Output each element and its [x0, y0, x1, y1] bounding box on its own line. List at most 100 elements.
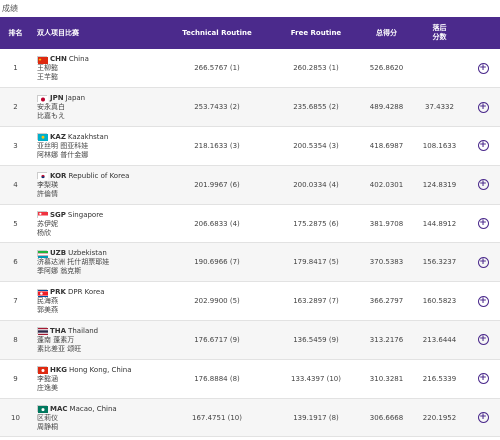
page-title: 成绩	[2, 4, 18, 13]
expand-plus-icon[interactable]: +	[477, 101, 489, 113]
country-name: Republic of Korea	[68, 171, 130, 180]
expand-cell: +	[466, 282, 500, 321]
behind-score: 144.8912	[422, 219, 457, 228]
free-score: 163.2897 (7)	[293, 297, 339, 306]
total-score: 418.6987	[369, 141, 404, 150]
header-technical: Technical Routine	[182, 29, 252, 37]
country-name: Singapore	[67, 210, 104, 219]
country-line: HKG Hong Kong, China	[37, 365, 162, 375]
country-name: Kazakhstan	[67, 132, 109, 141]
athlete-name: 許倫情	[37, 189, 58, 198]
expand-plus-icon[interactable]: +	[477, 412, 489, 424]
total-score: 313.2176	[369, 335, 404, 344]
expand-plus-icon[interactable]: +	[477, 295, 489, 307]
country-line: SGP Singapore	[37, 210, 162, 220]
country-name: Thailand	[68, 326, 99, 335]
technical-score: 206.6833 (4)	[194, 219, 240, 228]
country-code: UZB	[50, 249, 67, 258]
behind-score: 220.1952	[422, 413, 457, 422]
technical-score: 218.1633 (3)	[194, 141, 240, 150]
country-name: China	[68, 55, 89, 64]
expand-plus-icon[interactable]: +	[477, 179, 489, 191]
uzbekistan-flag-icon	[37, 249, 48, 258]
team-cell: PRK DPR Korea 民海燕 郭美燕	[31, 282, 162, 321]
athlete-name: 季阿娜 翁克斯	[37, 267, 82, 276]
header-rank: 排名	[8, 29, 23, 37]
thailand-flag-icon	[37, 327, 48, 336]
total-score: 370.5383	[369, 258, 404, 267]
country-code: MAC	[50, 404, 68, 413]
table-row: 2 JPN Japan 安永真白 比嘉もえ 253.7433 (2) 235.68…	[0, 87, 500, 127]
country-line: KOR Republic of Korea	[37, 171, 162, 181]
team-cell: CHN China 王柳懿 王芊懿	[31, 49, 162, 88]
country-name: Hong Kong, China	[69, 365, 132, 374]
country-code: HKG	[50, 365, 68, 374]
technical-score: 266.5767 (1)	[194, 64, 240, 73]
country-line: MAC Macao, China	[37, 404, 162, 414]
japan-flag-icon	[37, 94, 48, 103]
country-name: Japan	[65, 94, 86, 103]
country-name: Macao, China	[69, 404, 117, 413]
free-score: 235.6855 (2)	[293, 103, 339, 112]
team-cell: UZB Uzbekistan 济慕达洲 托什胡票耶娃 季阿娜 翁克斯	[31, 243, 162, 282]
expand-plus-icon[interactable]: +	[477, 256, 489, 268]
behind-score: 160.5823	[422, 297, 457, 306]
rank-cell: 2	[13, 103, 18, 112]
table-row: 8 THA Thailand 蓬南 蓬素万 素比差亚 颂旺 176.6717 (9…	[0, 320, 500, 360]
macao-flag-icon	[37, 405, 48, 414]
country-code: KOR	[50, 171, 67, 180]
rank-cell: 3	[13, 141, 18, 150]
technical-score: 190.6966 (7)	[194, 258, 240, 267]
free-score: 133.4397 (10)	[291, 374, 341, 383]
expand-cell: +	[466, 398, 500, 437]
expand-cell: +	[466, 49, 500, 88]
athlete-name: 亚丝明 图亚科娃	[37, 141, 89, 150]
table-row: 5 SGP Singapore 苏伊妮 杨欣 206.6833 (4) 175.2…	[0, 204, 500, 243]
team-cell: SGP Singapore 苏伊妮 杨欣	[31, 204, 162, 243]
technical-score: 176.6717 (9)	[194, 335, 240, 344]
expand-plus-icon[interactable]: +	[477, 62, 489, 74]
expand-plus-icon[interactable]: +	[477, 334, 489, 346]
athlete-name: 安永真白	[37, 103, 65, 112]
expand-plus-icon[interactable]: +	[477, 218, 489, 230]
table-row: 1 CHN China 王柳懿 王芊懿 266.5767 (1) 260.2853…	[0, 49, 500, 88]
behind-score: 213.6444	[422, 335, 457, 344]
team-cell: JPN Japan 安永真白 比嘉もえ	[31, 88, 162, 127]
china-flag-icon	[37, 55, 48, 64]
table-row: 6 UZB Uzbekistan 济慕达洲 托什胡票耶娃 季阿娜 翁克斯 190.…	[0, 242, 500, 282]
header-behind: 落后 分数	[432, 24, 447, 41]
athlete-name: 庄逸美	[37, 383, 58, 392]
athlete-name: 素比差亚 颂旺	[37, 344, 82, 353]
technical-score: 201.9967 (6)	[194, 180, 240, 189]
expand-plus-icon[interactable]: +	[477, 140, 489, 152]
header-total: 总得分	[376, 29, 397, 37]
country-line: THA Thailand	[37, 326, 162, 336]
expand-cell: +	[466, 359, 500, 398]
country-code: JPN	[50, 94, 64, 103]
table-row: 4 KOR Republic of Korea 李梨瑛 許倫情 201.9967 …	[0, 165, 500, 205]
athlete-name: 郭美燕	[37, 306, 58, 315]
rank-cell: 10	[11, 413, 20, 422]
korea-flag-icon	[37, 172, 48, 181]
athlete-name: 王柳懿	[37, 64, 58, 73]
expand-cell: +	[466, 204, 500, 243]
free-score: 179.8417 (5)	[293, 258, 339, 267]
country-line: JPN Japan	[37, 93, 162, 103]
country-code: THA	[50, 326, 67, 335]
table-row: 3 KAZ Kazakhstan 亚丝明 图亚科娃 阿林娜 普什金娜 218.16…	[0, 127, 500, 166]
country-line: UZB Uzbekistan	[37, 248, 162, 258]
header-team: 双人项目比赛	[37, 29, 79, 37]
hongkong-flag-icon	[37, 366, 48, 375]
header-free: Free Routine	[290, 29, 342, 37]
prk-flag-icon	[37, 288, 48, 297]
expand-plus-icon[interactable]: +	[477, 373, 489, 385]
team-cell: HKG Hong Kong, China 李懿涵 庄逸美	[31, 359, 162, 398]
rank-cell: 8	[13, 335, 18, 344]
rank-cell: 1	[13, 64, 18, 73]
team-cell: THA Thailand 蓬南 蓬素万 素比差亚 颂旺	[31, 321, 162, 360]
team-cell: KOR Republic of Korea 李梨瑛 許倫情	[31, 165, 162, 204]
free-score: 200.5354 (3)	[293, 141, 339, 150]
behind-score: 124.8319	[422, 180, 457, 189]
total-score: 402.0301	[369, 180, 404, 189]
athlete-name: 李梨瑛	[37, 180, 58, 189]
